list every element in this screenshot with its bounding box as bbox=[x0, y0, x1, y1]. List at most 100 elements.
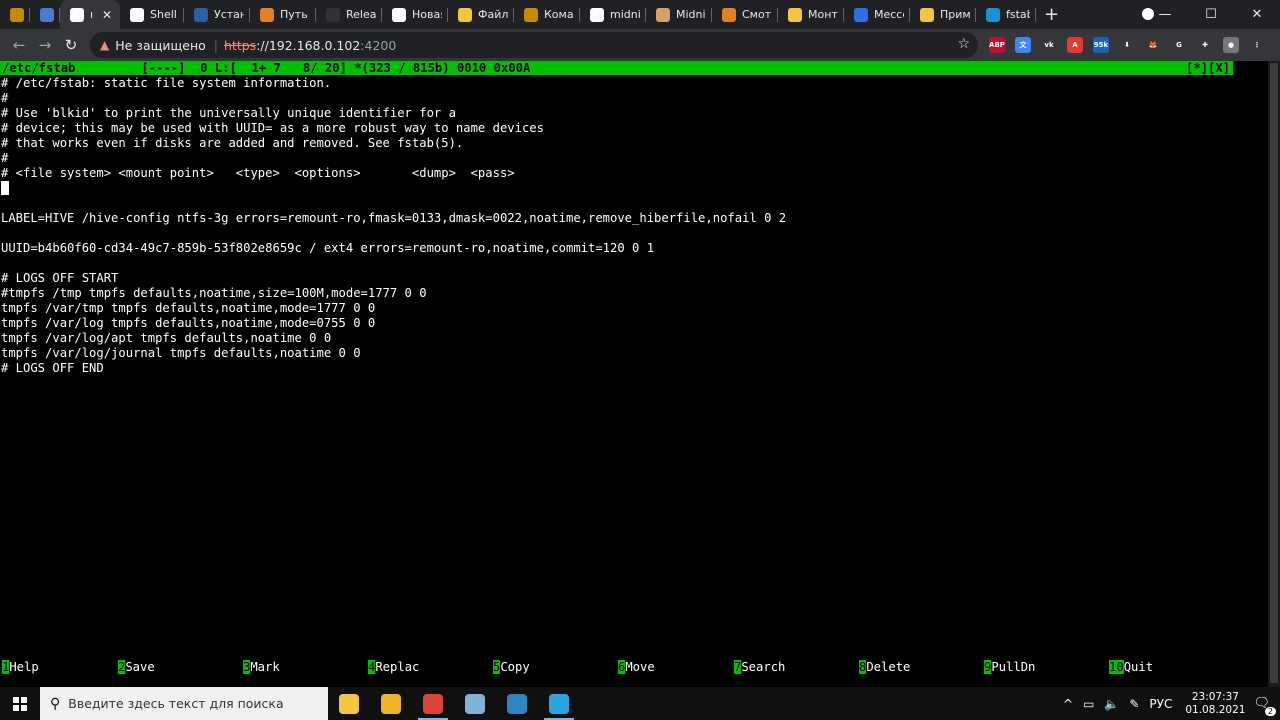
browser-tab[interactable]: Midnig bbox=[646, 0, 712, 29]
extension-icon[interactable]: 文 bbox=[1015, 37, 1031, 53]
browser-tab[interactable]: Устано bbox=[184, 0, 250, 29]
extension-icon[interactable]: A bbox=[1067, 37, 1083, 53]
start-button[interactable] bbox=[0, 687, 40, 720]
tab-title: Путь к bbox=[280, 8, 310, 21]
bookmark-star-icon[interactable]: ☆ bbox=[957, 36, 970, 52]
extension-icon[interactable]: ⬇ bbox=[1119, 37, 1135, 53]
pen-icon[interactable]: ✎ bbox=[1129, 697, 1139, 711]
extension-icon[interactable]: ⋮ bbox=[1249, 37, 1265, 53]
editor-line[interactable] bbox=[1, 226, 786, 241]
page-scrollbar[interactable] bbox=[1268, 61, 1280, 687]
document-icon bbox=[40, 7, 54, 22]
fn-key-label: Search bbox=[741, 660, 786, 674]
input-language[interactable]: РУС bbox=[1149, 697, 1172, 711]
taskbar-apps bbox=[328, 687, 580, 720]
browser-tab[interactable]: fstab - bbox=[976, 0, 1036, 29]
fn-key-delete[interactable]: 8Delete bbox=[859, 660, 910, 675]
notifications-icon[interactable]: 🗨 2 bbox=[1253, 696, 1276, 716]
chrome-icon bbox=[423, 693, 443, 714]
extension-icon[interactable]: G bbox=[1171, 37, 1187, 53]
function-key-bar: 1Help 2Save 3Mark 4Replac 5Copy 6Move 7Search 8… bbox=[0, 660, 1260, 675]
browser-tab[interactable]: Release bbox=[316, 0, 382, 29]
editor-line[interactable] bbox=[1, 256, 786, 271]
back-icon[interactable]: ← bbox=[6, 36, 32, 54]
editor-line[interactable]: #tmpfs /tmp tmpfs defaults,noatime,size=… bbox=[1, 286, 786, 301]
scrollbar-thumb[interactable] bbox=[1270, 63, 1278, 683]
browser-tab[interactable]: Путь к bbox=[250, 0, 316, 29]
browser-tab[interactable]: Приме bbox=[910, 0, 976, 29]
extension-icon[interactable]: vk bbox=[1041, 37, 1057, 53]
maximize-button[interactable]: ☐ bbox=[1188, 7, 1234, 22]
network-icon[interactable]: ▭ bbox=[1083, 697, 1094, 711]
taskbar-app-notepad[interactable] bbox=[454, 687, 496, 720]
status-flags[interactable]: [*][X] bbox=[1186, 61, 1230, 75]
browser-tab[interactable]: Файло bbox=[448, 0, 514, 29]
editor-line[interactable]: UUID=b4b60f60-cd34-49c7-859b-53f802e8659… bbox=[1, 241, 786, 256]
reload-icon[interactable]: ↻ bbox=[58, 36, 84, 54]
editor-line[interactable]: tmpfs /var/log/apt tmpfs defaults,noatim… bbox=[1, 331, 786, 346]
editor-text-area[interactable]: # /etc/fstab: static file system informa… bbox=[1, 76, 786, 376]
extension-icon[interactable]: 🦊 bbox=[1145, 37, 1161, 53]
browser-tab[interactable]: Новая bbox=[382, 0, 448, 29]
editor-line[interactable]: # bbox=[1, 91, 786, 106]
fn-key-label: Move bbox=[625, 660, 655, 674]
close-window-button[interactable]: ✕ bbox=[1234, 7, 1280, 22]
browser-tab[interactable]: Shell In bbox=[120, 0, 184, 29]
editor-line[interactable]: LABEL=HIVE /hive-config ntfs-3g errors=r… bbox=[1, 211, 786, 226]
fn-key-help[interactable]: 1Help bbox=[2, 660, 39, 675]
fn-key-quit[interactable]: 10Quit bbox=[1109, 660, 1153, 675]
editor-line[interactable]: # bbox=[1, 151, 786, 166]
taskbar-app-file-explorer[interactable] bbox=[370, 687, 412, 720]
minimize-button[interactable]: — bbox=[1142, 7, 1188, 22]
close-tab-icon[interactable]: ✕ bbox=[102, 8, 112, 22]
tab-title: Устано bbox=[214, 8, 244, 21]
taskbar-app-yellow-app[interactable] bbox=[328, 687, 370, 720]
not-secure-label[interactable]: Не защищено bbox=[115, 38, 206, 53]
clock[interactable]: 23:07:37 01.08.2021 bbox=[1185, 691, 1245, 717]
fn-key-move[interactable]: 6Move bbox=[618, 660, 655, 675]
fn-key-mark[interactable]: 3Mark bbox=[243, 660, 280, 675]
forward-icon[interactable]: → bbox=[32, 36, 58, 54]
editor-line[interactable]: # LOGS OFF START bbox=[1, 271, 786, 286]
browser-tab[interactable]: midnig bbox=[580, 0, 646, 29]
editor-line[interactable]: # LOGS OFF END bbox=[1, 361, 786, 376]
browser-tab[interactable]: mc ✕ bbox=[60, 0, 120, 29]
fn-key-label: Copy bbox=[500, 660, 530, 674]
browser-tab[interactable]: Коман bbox=[514, 0, 580, 29]
fn-key-copy[interactable]: 5Copy bbox=[493, 660, 530, 675]
fn-key-pulldn[interactable]: 9PullDn bbox=[984, 660, 1035, 675]
extension-icon[interactable]: ABP bbox=[989, 37, 1005, 53]
address-bar[interactable]: ▲ Не защищено | https://192.168.0.102:42… bbox=[90, 32, 978, 58]
terminal-window[interactable]: /etc/fstab [----] 0 L:[ 1+ 7 8/ 20] *(32… bbox=[0, 61, 1268, 687]
editor-line[interactable]: # <file system> <mount point> <type> <op… bbox=[1, 166, 786, 181]
warning-icon[interactable]: ▲ bbox=[100, 38, 109, 52]
extension-icon[interactable]: ✚ bbox=[1197, 37, 1213, 53]
new-tab-button[interactable]: + bbox=[1036, 0, 1067, 29]
editor-line[interactable]: tmpfs /var/log tmpfs defaults,noatime,mo… bbox=[1, 316, 786, 331]
editor-line[interactable]: tmpfs /var/log/journal tmpfs defaults,no… bbox=[1, 346, 786, 361]
taskbar-app-network-app[interactable] bbox=[496, 687, 538, 720]
editor-line[interactable]: # /etc/fstab: static file system informa… bbox=[1, 76, 786, 91]
tab-title: Приме bbox=[940, 8, 970, 21]
fn-key-search[interactable]: 7Search bbox=[734, 660, 785, 675]
fn-key-replac[interactable]: 4Replac bbox=[368, 660, 419, 675]
extension-icon[interactable]: 95k bbox=[1093, 37, 1109, 53]
editor-line[interactable]: # Use 'blkid' to print the universally u… bbox=[1, 106, 786, 121]
tray-chevron-icon[interactable]: ^ bbox=[1063, 697, 1073, 711]
taskbar-app-telegram[interactable] bbox=[538, 687, 580, 720]
editor-line[interactable]: tmpfs /var/tmp tmpfs defaults,noatime,mo… bbox=[1, 301, 786, 316]
editor-line[interactable]: # that works even if disks are added and… bbox=[1, 136, 786, 151]
browser-tab[interactable]: Монти bbox=[778, 0, 844, 29]
browser-tab[interactable] bbox=[30, 0, 60, 29]
editor-line[interactable]: # device; this may be used with UUID= as… bbox=[1, 121, 786, 136]
browser-tab[interactable] bbox=[0, 0, 30, 29]
browser-tab[interactable]: Смотр bbox=[712, 0, 778, 29]
fn-key-save[interactable]: 2Save bbox=[118, 660, 155, 675]
editor-line[interactable] bbox=[1, 181, 786, 196]
volume-icon[interactable]: 🔈 bbox=[1104, 697, 1119, 711]
browser-tab[interactable]: Мессе bbox=[844, 0, 910, 29]
extension-icon[interactable]: ● bbox=[1223, 37, 1239, 53]
editor-line[interactable] bbox=[1, 196, 786, 211]
taskbar-search[interactable]: ⚲ Введите здесь текст для поиска bbox=[40, 687, 328, 720]
taskbar-app-chrome[interactable] bbox=[412, 687, 454, 720]
